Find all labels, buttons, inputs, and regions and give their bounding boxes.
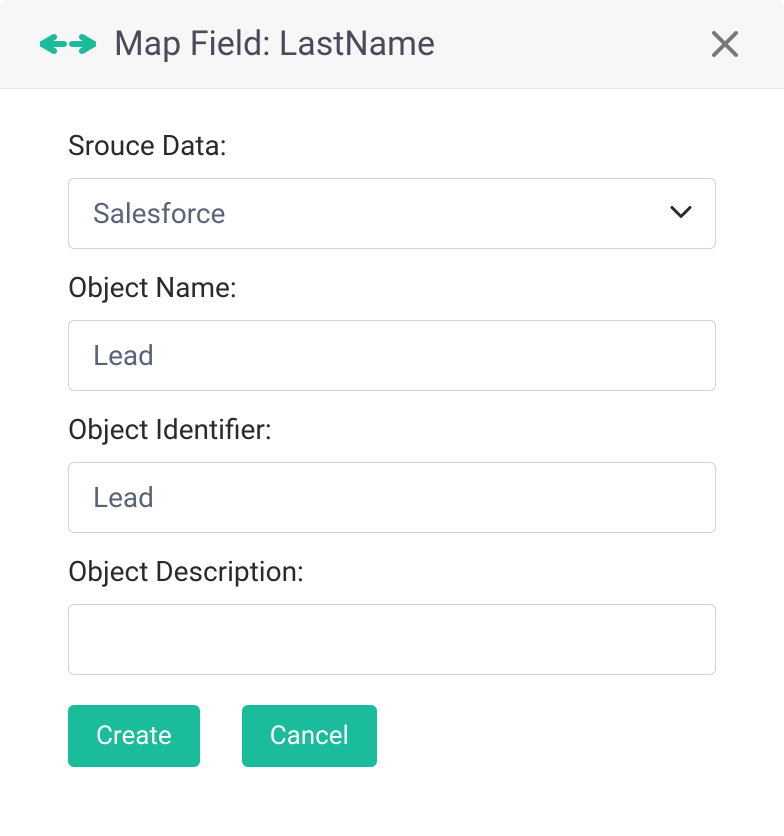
- create-button[interactable]: Create: [68, 705, 200, 767]
- map-field-modal: Map Field: LastName Srouce Data: Salesfo…: [0, 0, 784, 836]
- close-icon[interactable]: [706, 25, 744, 63]
- source-data-group: Srouce Data: Salesforce: [68, 129, 716, 249]
- object-identifier-input[interactable]: [68, 462, 716, 533]
- source-data-select[interactable]: Salesforce: [68, 178, 716, 249]
- modal-title: Map Field: LastName: [114, 24, 435, 64]
- source-data-label: Srouce Data:: [68, 129, 716, 162]
- object-description-label: Object Description:: [68, 555, 716, 588]
- header-left: Map Field: LastName: [40, 24, 435, 64]
- object-name-input[interactable]: [68, 320, 716, 391]
- object-description-group: Object Description:: [68, 555, 716, 675]
- source-data-select-wrapper: Salesforce: [68, 178, 716, 249]
- modal-header: Map Field: LastName: [0, 0, 784, 89]
- object-identifier-label: Object Identifier:: [68, 413, 716, 446]
- object-identifier-group: Object Identifier:: [68, 413, 716, 533]
- button-row: Create Cancel: [68, 705, 716, 767]
- modal-body: Srouce Data: Salesforce Object Name: Obj…: [0, 89, 784, 799]
- swap-arrows-icon: [40, 30, 96, 58]
- object-name-group: Object Name:: [68, 271, 716, 391]
- cancel-button[interactable]: Cancel: [242, 705, 377, 767]
- object-description-input[interactable]: [68, 604, 716, 675]
- object-name-label: Object Name:: [68, 271, 716, 304]
